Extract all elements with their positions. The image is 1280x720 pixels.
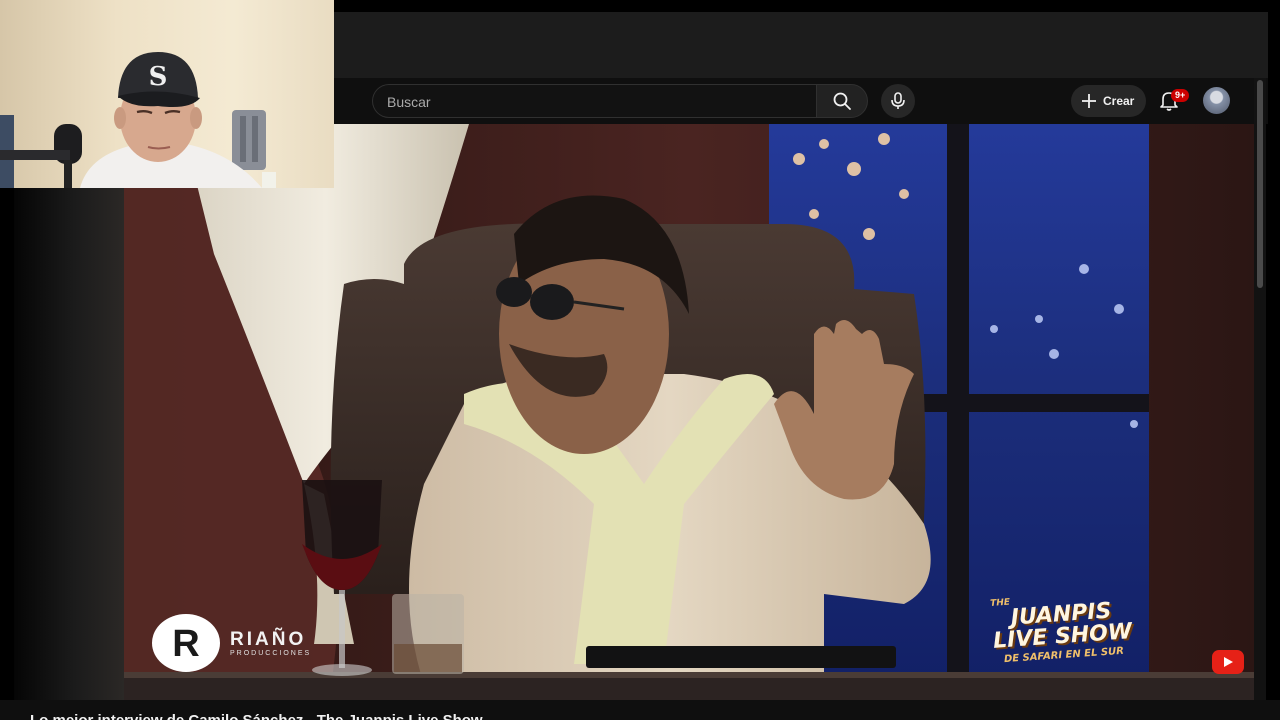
plus-icon xyxy=(1082,94,1096,108)
create-label: Crear xyxy=(1103,94,1135,108)
create-button[interactable]: Crear xyxy=(1071,85,1146,117)
scrollbar-thumb[interactable] xyxy=(1257,80,1263,288)
browser-top-strip xyxy=(334,12,1268,78)
play-icon xyxy=(1224,657,1233,667)
search-input[interactable]: Buscar xyxy=(372,84,818,118)
search-placeholder: Buscar xyxy=(387,94,431,110)
notifications-badge: 9+ xyxy=(1171,89,1190,102)
video-title-bar: Lo mejor interview de Camilo Sánchez - T… xyxy=(0,700,1280,720)
video-player[interactable]: R RIAÑO PRODUCCIONES THE JUANPIS LIVE SH… xyxy=(124,124,1254,700)
watermark-sub: PRODUCCIONES xyxy=(230,649,312,657)
page-scrollbar[interactable] xyxy=(1254,78,1266,708)
svg-text:S: S xyxy=(149,62,168,92)
screen: Buscar Crear 9+ R RIAÑO PRODUCCIONES THE… xyxy=(0,0,1280,720)
watermark-brand: RIAÑO xyxy=(230,628,307,650)
webcam-frame: S xyxy=(0,52,276,188)
producer-watermark: R RIAÑO PRODUCCIONES xyxy=(150,612,311,674)
avatar[interactable] xyxy=(1203,87,1230,114)
webcam-overlay: S xyxy=(0,0,334,188)
left-background-panel xyxy=(14,188,124,700)
voice-search-button[interactable] xyxy=(881,84,915,118)
youtube-logo-button[interactable] xyxy=(1212,650,1244,674)
show-logo: THE JUANPIS LIVE SHOW DE SAFARI EN EL SU… xyxy=(990,589,1134,666)
video-title: Lo mejor interview de Camilo Sánchez - T… xyxy=(30,712,483,720)
svg-text:R: R xyxy=(172,623,199,665)
search-button[interactable] xyxy=(816,84,868,118)
search-icon xyxy=(833,92,851,110)
mic-icon xyxy=(891,92,905,109)
riano-logo-icon: R xyxy=(152,614,220,672)
